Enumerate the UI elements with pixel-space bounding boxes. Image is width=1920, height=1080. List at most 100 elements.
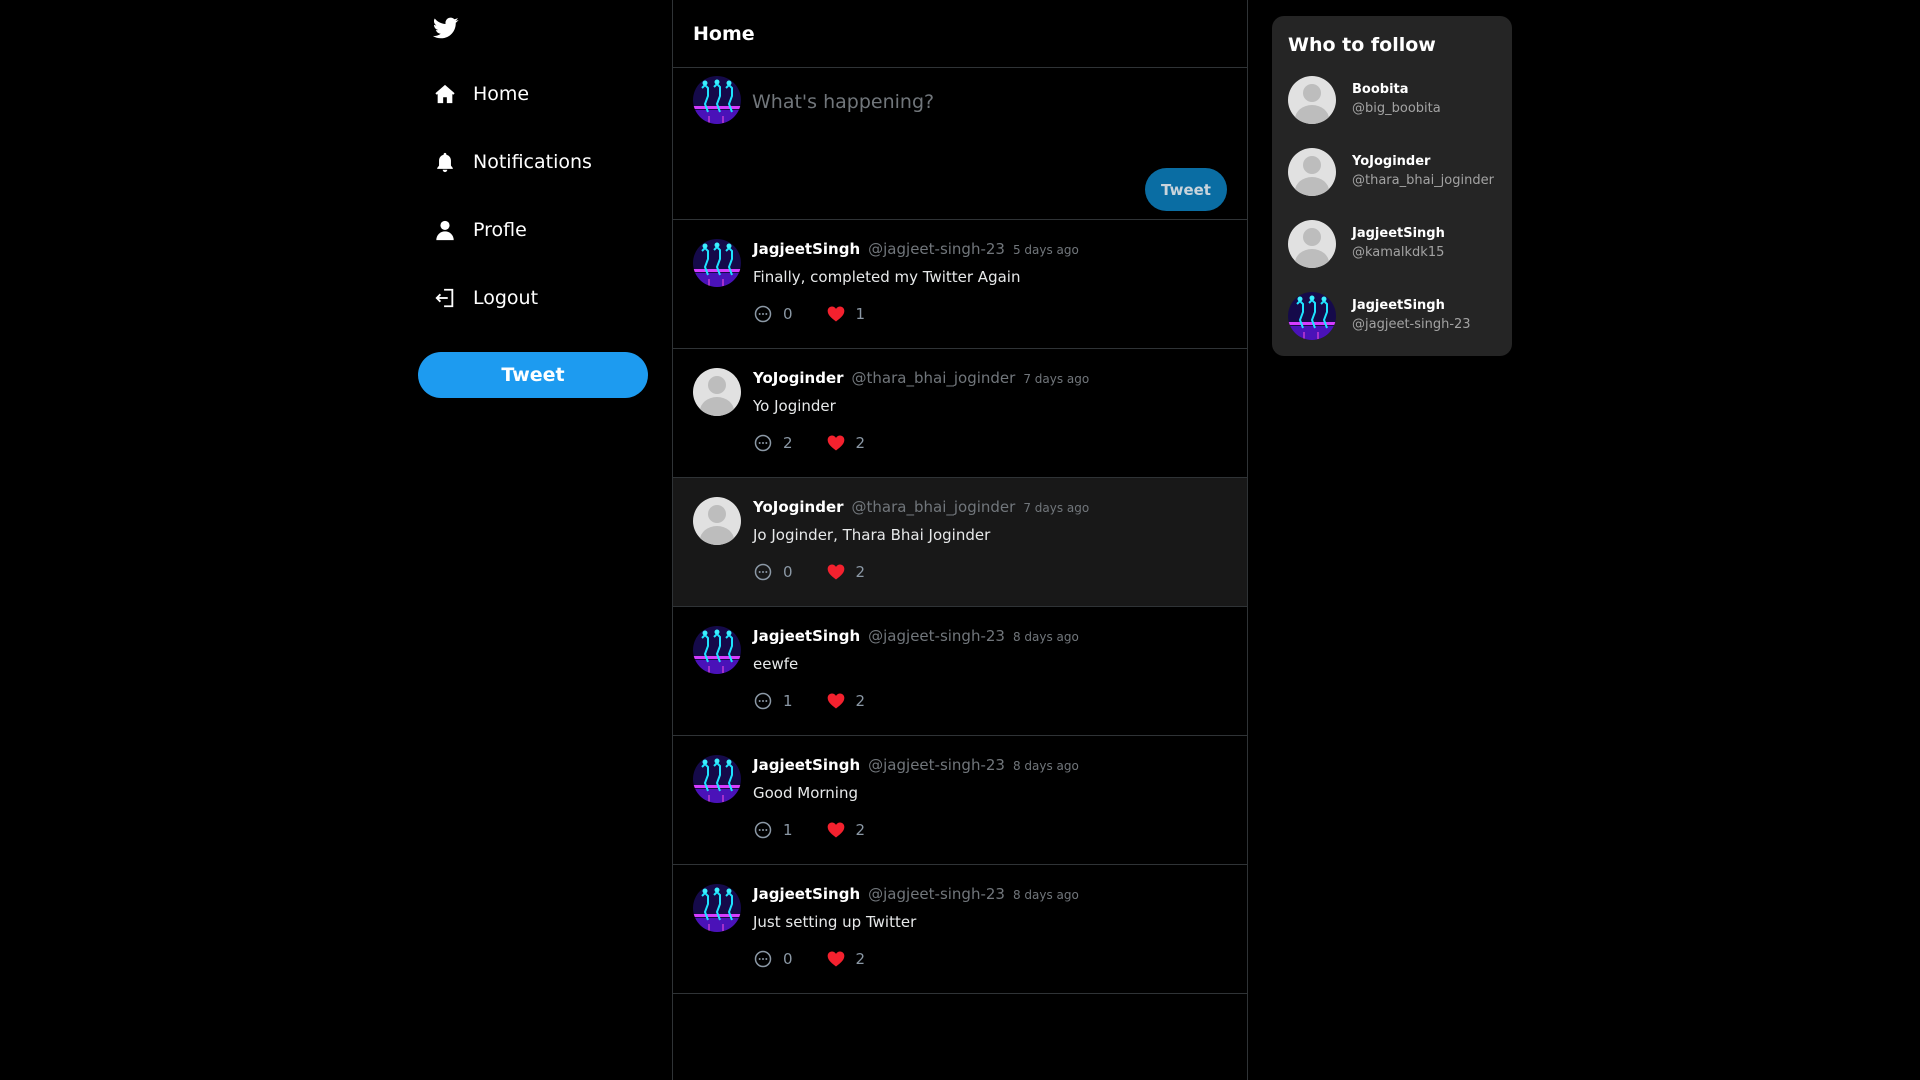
feed-header: Home	[673, 0, 1247, 68]
avatar[interactable]	[1288, 148, 1336, 196]
tweet-text: Just setting up Twitter	[753, 913, 917, 931]
sidebar-item-label: Profle	[473, 219, 527, 241]
tweet-author-handle[interactable]: @jagjeet-singh-23	[868, 756, 1005, 774]
tweet-author-name[interactable]: JagjeetSingh	[753, 240, 860, 258]
bell-icon	[432, 149, 458, 175]
follow-user-name[interactable]: JagjeetSingh	[1352, 226, 1445, 241]
panel-title: Who to follow	[1288, 34, 1436, 56]
tweet-author-handle[interactable]: @jagjeet-singh-23	[868, 885, 1005, 903]
like-button[interactable]: 2	[826, 949, 866, 969]
tweet-timestamp: 8 days ago	[1012, 630, 1079, 644]
avatar[interactable]	[693, 884, 741, 932]
tweet-card[interactable]: YoJoginder @thara_bhai_joginder 7 days a…	[673, 478, 1247, 607]
like-button[interactable]: 1	[826, 304, 865, 324]
reply-count: 1	[783, 821, 793, 839]
follow-suggestion[interactable]: JagjeetSingh @jagjeet-singh-23	[1288, 292, 1503, 342]
tweet-card[interactable]: YoJoginder @thara_bhai_joginder 7 days a…	[673, 349, 1247, 478]
app-layout: Home Notifications Profle Logout Tweet H…	[0, 0, 1920, 1080]
follow-user-handle[interactable]: @big_boobita	[1352, 101, 1441, 116]
reply-button[interactable]: 1	[753, 691, 793, 711]
tweet-author-name[interactable]: JagjeetSingh	[753, 627, 860, 645]
follow-user-handle[interactable]: @thara_bhai_joginder	[1352, 173, 1494, 188]
like-button[interactable]: 2	[826, 562, 866, 582]
main-feed: Home Tweet JagjeetSingh @jagjeet-singh-2…	[672, 0, 1248, 1080]
avatar[interactable]	[693, 755, 741, 803]
twitter-bird-icon[interactable]	[432, 15, 459, 41]
like-count: 2	[855, 821, 866, 839]
sidebar-item-label: Logout	[473, 287, 539, 309]
heart-icon	[826, 304, 846, 324]
tweet-text: eewfe	[753, 655, 799, 673]
reply-count: 0	[783, 563, 793, 581]
sidebar-item-home[interactable]: Home	[432, 74, 642, 114]
avatar[interactable]	[693, 497, 741, 545]
avatar[interactable]	[693, 76, 741, 124]
like-button[interactable]: 2	[826, 691, 866, 711]
tweet-author-handle[interactable]: @jagjeet-singh-23	[868, 627, 1005, 645]
tweet-timestamp: 5 days ago	[1012, 243, 1079, 257]
sidebar-tweet-button[interactable]: Tweet	[418, 352, 648, 398]
tweet-text: Jo Joginder, Thara Bhai Joginder	[753, 526, 991, 544]
heart-icon	[826, 820, 846, 840]
tweet-author-name[interactable]: YoJoginder	[753, 498, 844, 516]
like-count: 2	[855, 563, 866, 581]
who-to-follow-panel: Who to follow Boobita @big_boobita YoJog…	[1272, 16, 1512, 356]
heart-icon	[826, 433, 846, 453]
tweet-actions: 1 2	[753, 819, 865, 841]
tweet-card[interactable]: JagjeetSingh @jagjeet-singh-23 8 days ag…	[673, 607, 1247, 736]
reply-button[interactable]: 0	[753, 949, 793, 969]
tweet-header: YoJoginder @thara_bhai_joginder 7 days a…	[753, 498, 1089, 520]
reply-count: 0	[783, 950, 793, 968]
tweet-text: Yo Joginder	[753, 397, 836, 415]
avatar[interactable]	[1288, 220, 1336, 268]
tweet-card[interactable]: JagjeetSingh @jagjeet-singh-23 8 days ag…	[673, 736, 1247, 865]
reply-button[interactable]: 0	[753, 304, 793, 324]
follow-user-name[interactable]: JagjeetSingh	[1352, 298, 1445, 313]
follow-suggestion[interactable]: YoJoginder @thara_bhai_joginder	[1288, 148, 1503, 198]
tweet-composer: Tweet	[673, 68, 1247, 220]
tweet-actions: 0 1	[753, 303, 865, 325]
reply-icon	[753, 433, 773, 453]
compose-tweet-button[interactable]: Tweet	[1145, 168, 1227, 211]
tweet-card[interactable]: JagjeetSingh @jagjeet-singh-23 8 days ag…	[673, 865, 1247, 994]
like-count: 2	[855, 692, 866, 710]
sidebar-item-notifications[interactable]: Notifications	[432, 142, 642, 182]
follow-suggestion[interactable]: Boobita @big_boobita	[1288, 76, 1503, 126]
tweet-author-name[interactable]: JagjeetSingh	[753, 885, 860, 903]
avatar[interactable]	[693, 239, 741, 287]
tweet-author-name[interactable]: JagjeetSingh	[753, 756, 860, 774]
tweet-actions: 0 2	[753, 561, 865, 583]
follow-user-name[interactable]: Boobita	[1352, 82, 1409, 97]
page-title: Home	[693, 22, 755, 45]
reply-button[interactable]: 2	[753, 433, 793, 453]
sidebar-item-profile[interactable]: Profle	[432, 210, 642, 250]
avatar[interactable]	[1288, 292, 1336, 340]
compose-tweet-input[interactable]	[752, 82, 1222, 122]
avatar[interactable]	[693, 368, 741, 416]
like-button[interactable]: 2	[826, 433, 865, 453]
reply-icon	[753, 691, 773, 711]
sidebar-item-logout[interactable]: Logout	[432, 278, 642, 318]
follow-user-name[interactable]: YoJoginder	[1352, 154, 1430, 169]
reply-count: 1	[783, 692, 793, 710]
like-button[interactable]: 2	[826, 820, 866, 840]
tweet-timestamp: 7 days ago	[1023, 372, 1090, 386]
reply-button[interactable]: 1	[753, 820, 793, 840]
reply-count: 2	[783, 434, 793, 452]
tweet-author-handle[interactable]: @thara_bhai_joginder	[852, 369, 1016, 387]
tweet-list: JagjeetSingh @jagjeet-singh-23 5 days ag…	[673, 220, 1247, 994]
reply-button[interactable]: 0	[753, 562, 793, 582]
like-count: 2	[855, 950, 866, 968]
tweet-header: JagjeetSingh @jagjeet-singh-23 8 days ag…	[753, 627, 1079, 649]
follow-user-handle[interactable]: @kamalkdk15	[1352, 245, 1444, 260]
tweet-author-name[interactable]: YoJoginder	[753, 369, 844, 387]
follow-suggestion[interactable]: JagjeetSingh @kamalkdk15	[1288, 220, 1503, 270]
avatar[interactable]	[693, 626, 741, 674]
tweet-author-handle[interactable]: @thara_bhai_joginder	[852, 498, 1016, 516]
reply-icon	[753, 304, 773, 324]
avatar[interactable]	[1288, 76, 1336, 124]
tweet-author-handle[interactable]: @jagjeet-singh-23	[868, 240, 1005, 258]
tweet-card[interactable]: JagjeetSingh @jagjeet-singh-23 5 days ag…	[673, 220, 1247, 349]
heart-icon	[826, 949, 846, 969]
follow-user-handle[interactable]: @jagjeet-singh-23	[1352, 317, 1471, 332]
